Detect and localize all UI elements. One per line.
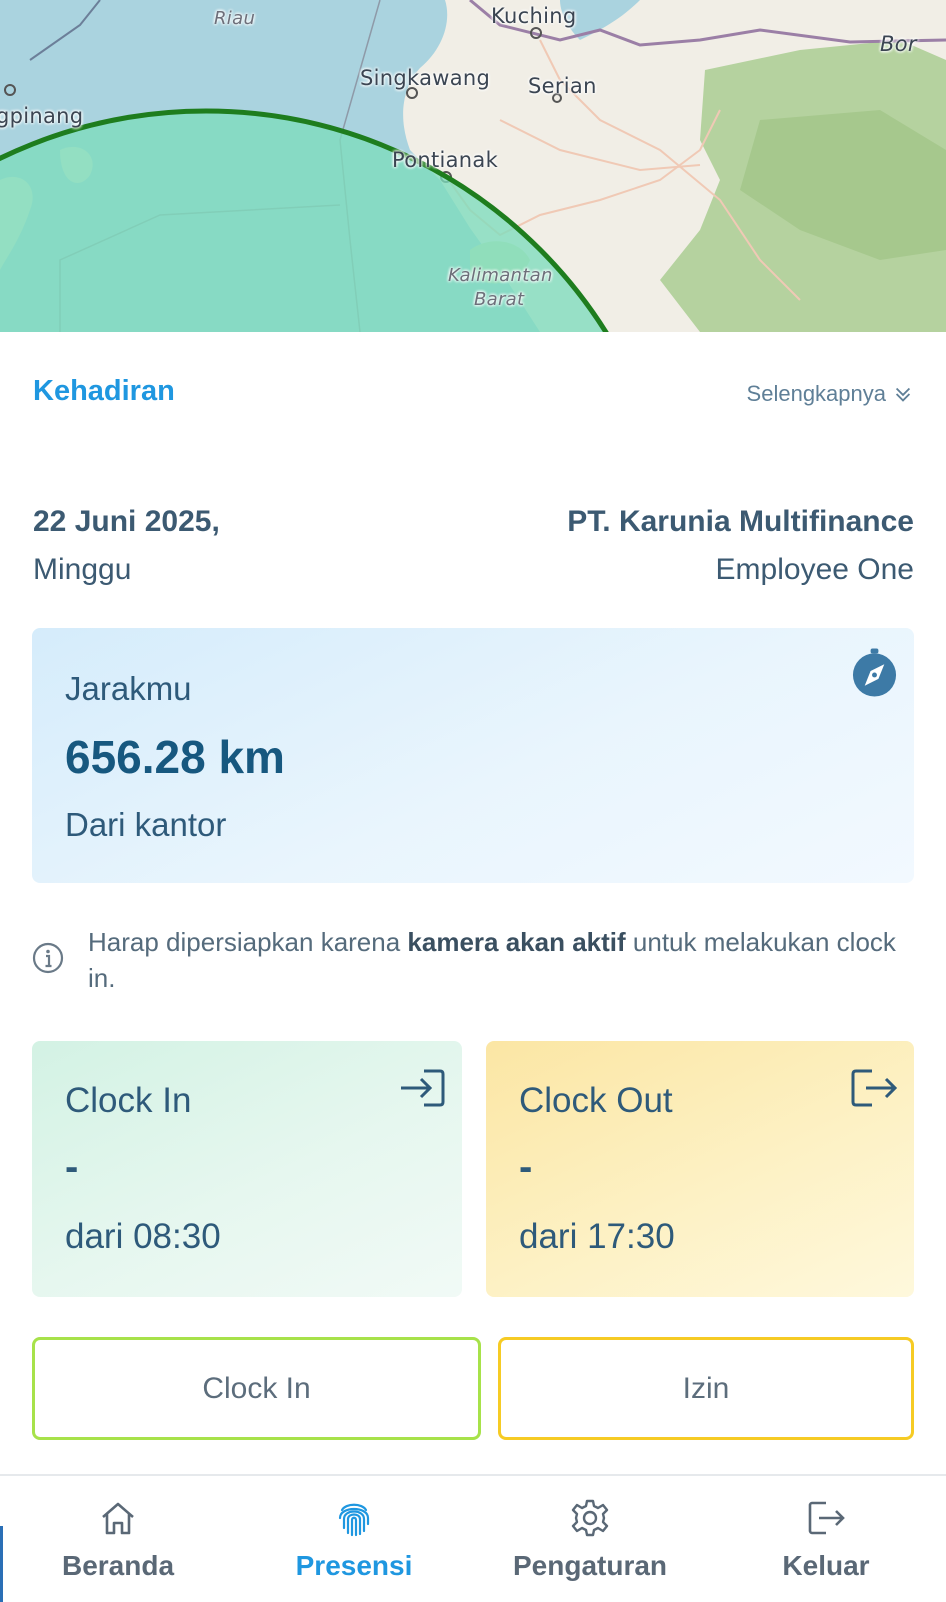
clock-out-schedule: dari 17:30 [519, 1217, 675, 1256]
map-label-borneo: Bor [880, 32, 917, 56]
clock-in-button[interactable]: Clock In [32, 1337, 481, 1440]
company-name: PT. Karunia Multifinance [567, 505, 914, 538]
distance-subtitle: Dari kantor [65, 806, 227, 843]
chevron-double-down-icon [895, 387, 911, 402]
distance-card: Jarakmu 656.28 km Dari kantor [32, 628, 914, 883]
distance-label: Jarakmu [65, 670, 192, 707]
logout-icon [808, 1501, 845, 1535]
more-link-label: Selengkapnya [746, 381, 886, 406]
clock-in-card: Clock In - dari 08:30 [32, 1041, 462, 1297]
nav-item-beranda[interactable]: Beranda [0, 1476, 236, 1602]
clock-out-value: - [519, 1145, 533, 1189]
date-text: 22 Juni 2025, [33, 505, 220, 538]
map-label-serian: Serian [528, 74, 597, 98]
gear-icon [571, 1499, 609, 1537]
more-link[interactable]: Selengkapnya [747, 381, 914, 407]
login-icon [401, 1069, 445, 1107]
map-label-singkawang: Singkawang [360, 66, 491, 90]
home-icon [102, 1502, 134, 1535]
nav-item-presensi[interactable]: Presensi [236, 1476, 472, 1602]
compass-icon[interactable] [851, 648, 898, 698]
map-label-pangkalpinang: gpinang [0, 104, 84, 128]
info-bold: kamera akan aktif [407, 927, 626, 957]
info-icon [32, 942, 64, 974]
permission-button[interactable]: Izin [498, 1337, 914, 1440]
distance-value: 656.28 km [65, 731, 285, 783]
fingerprint-icon [338, 1503, 370, 1537]
nav-label-keluar: Keluar [782, 1550, 870, 1581]
section-title: Kehadiran [33, 375, 175, 407]
map-label-riau: Riau [214, 8, 256, 29]
bottom-nav: Beranda Presensi Pengaturan Keluar [0, 1474, 946, 1602]
clock-in-schedule: dari 08:30 [65, 1217, 221, 1256]
clock-out-card: Clock Out - dari 17:30 [486, 1041, 914, 1297]
nav-label-beranda: Beranda [61, 1550, 175, 1581]
nav-label-presensi: Presensi [295, 1550, 413, 1581]
map-label-kalimantan: Kalimantan [448, 265, 553, 286]
clock-out-title: Clock Out [519, 1081, 673, 1120]
nav-label-pengaturan: Pengaturan [512, 1550, 668, 1581]
clock-in-value: - [65, 1145, 79, 1189]
day-text: Minggu [33, 553, 132, 586]
nav-item-pengaturan[interactable]: Pengaturan [472, 1476, 708, 1602]
nav-item-keluar[interactable]: Keluar [708, 1476, 944, 1602]
info-prefix: Harap dipersiapkan karena [88, 927, 408, 957]
clock-in-title: Clock In [65, 1081, 192, 1120]
map-label-pontianak: Pontianak [392, 148, 499, 172]
location-map[interactable]: Kuching Singkawang Serian Pontianak Kali… [0, 0, 946, 332]
employee-name: Employee One [715, 553, 914, 586]
logout-icon [851, 1069, 898, 1107]
map-label-kuching: Kuching [491, 4, 577, 28]
map-label-barat: Barat [474, 289, 525, 310]
camera-info-text: Harap dipersiapkan karena kamera akan ak… [88, 924, 908, 996]
